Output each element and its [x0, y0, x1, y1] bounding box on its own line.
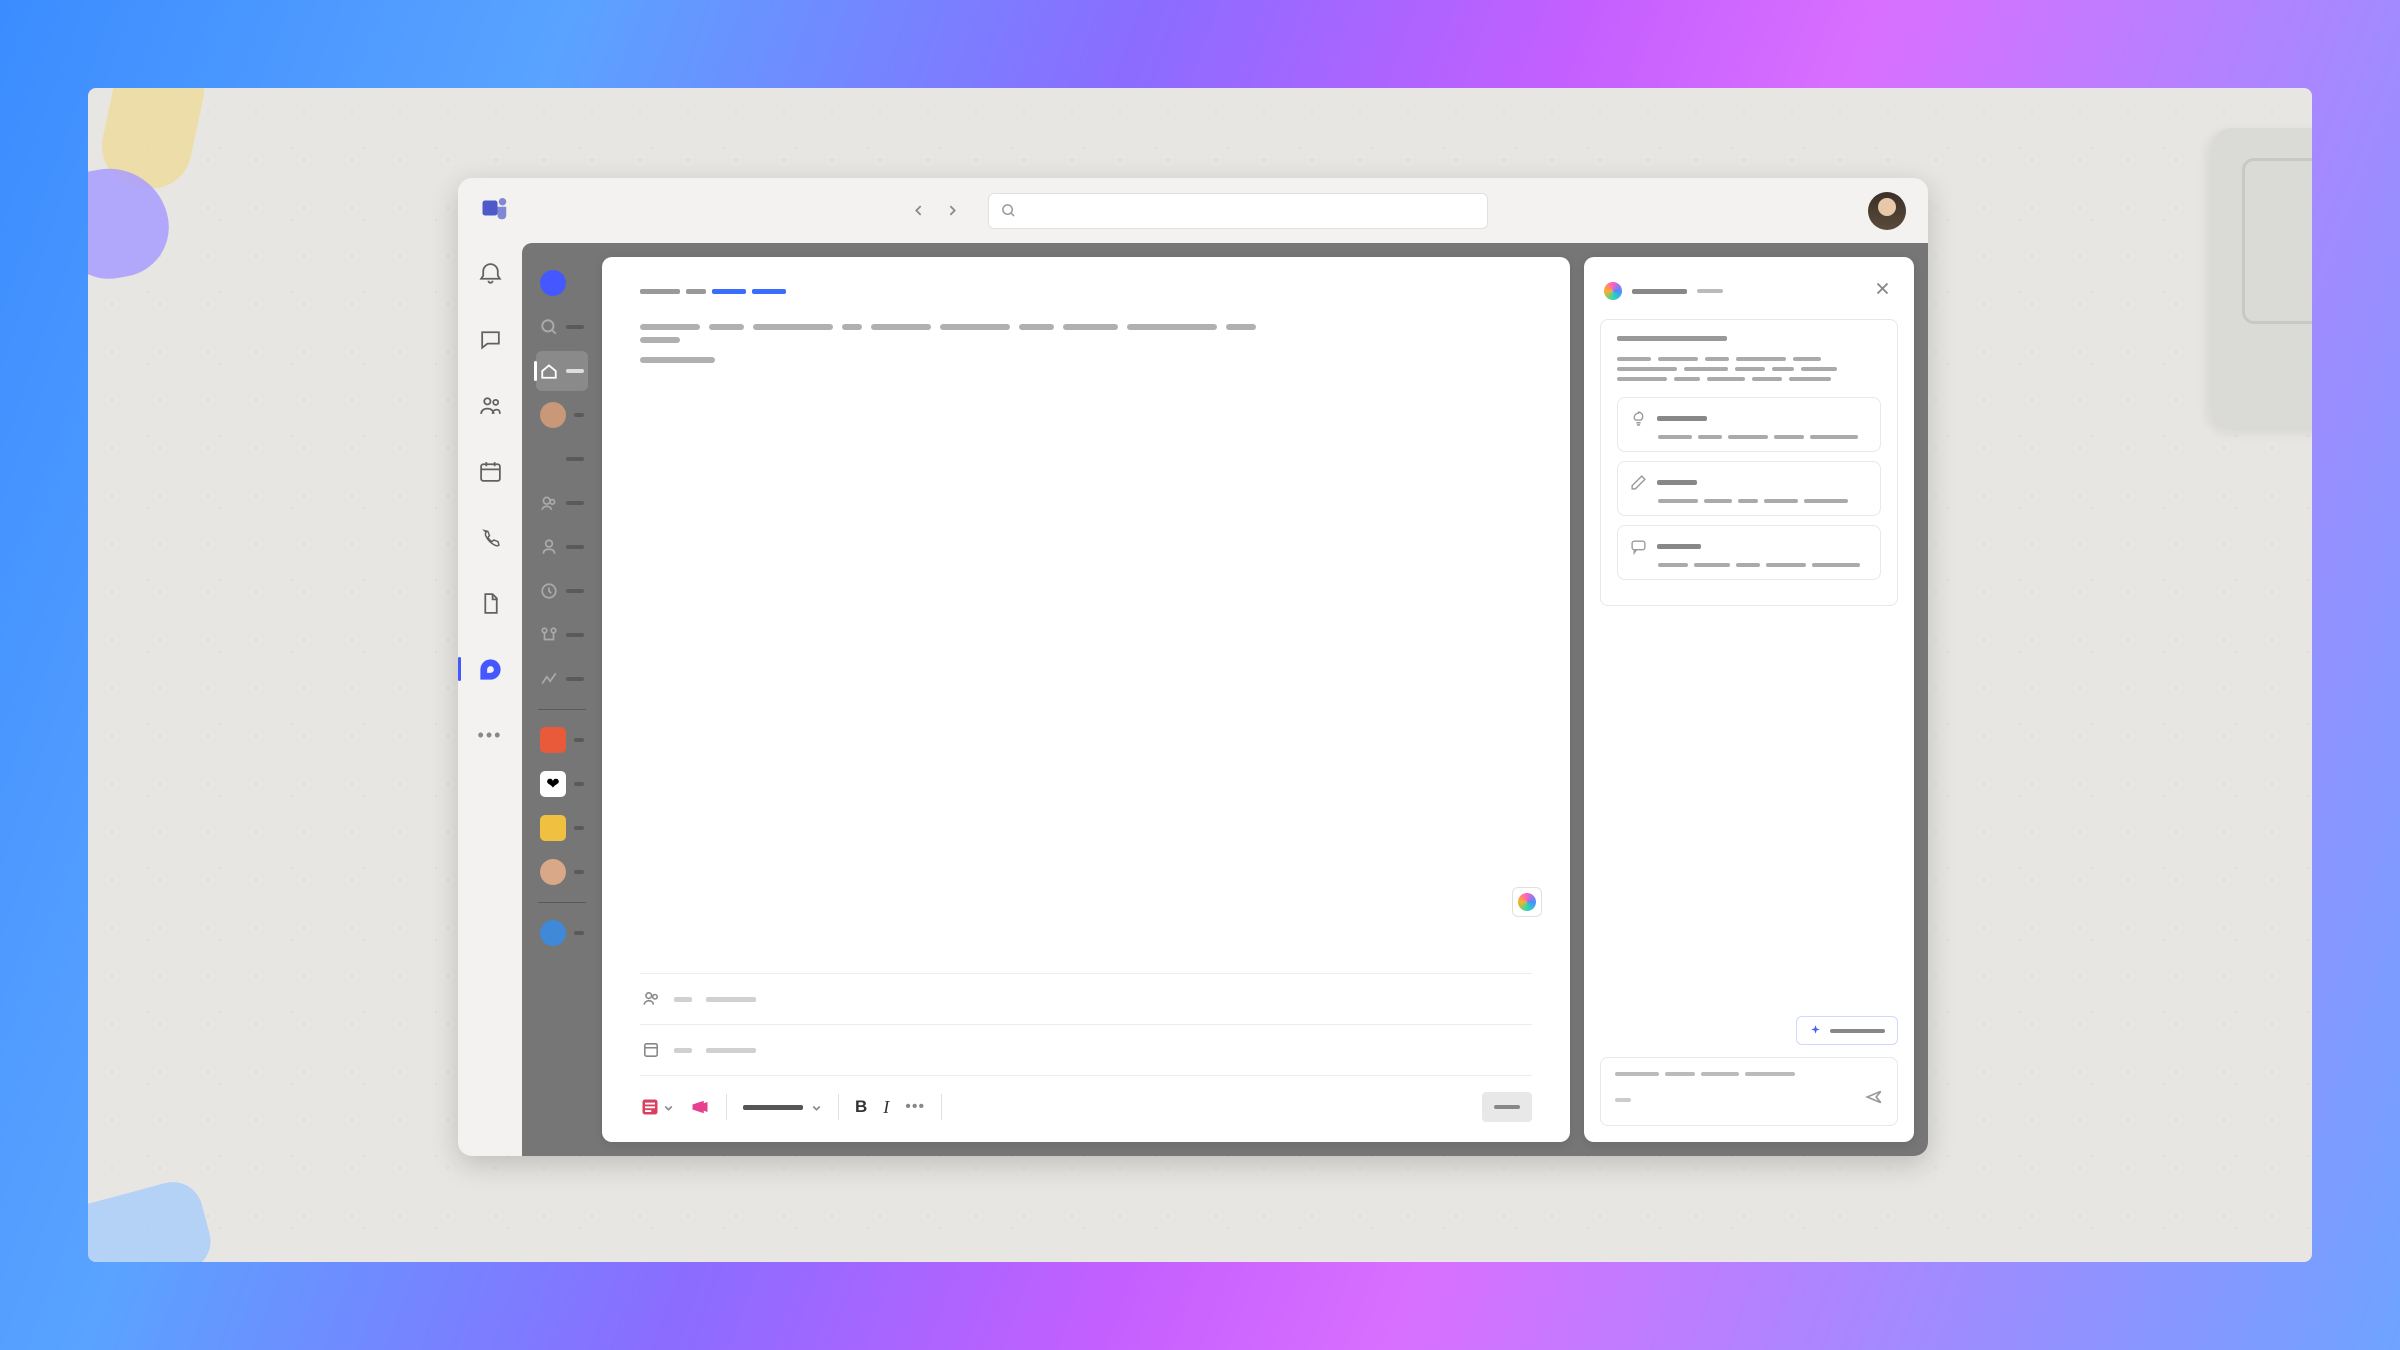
template-icon: [642, 1041, 660, 1059]
app-search[interactable]: [536, 307, 588, 347]
copilot-description: [1617, 357, 1881, 381]
document-body[interactable]: [640, 324, 1280, 363]
app-pinned[interactable]: [536, 913, 588, 953]
desktop-background: ••• ❤: [88, 88, 2312, 1262]
sparkle-icon: [1809, 1024, 1822, 1037]
copilot-suggestion[interactable]: [1617, 397, 1881, 452]
copilot-greeting: [1617, 336, 1727, 341]
copilot-fab[interactable]: [1512, 887, 1542, 917]
document-panel: B I •••: [602, 257, 1570, 1142]
breadcrumb-seg[interactable]: [640, 289, 680, 294]
copilot-send-button[interactable]: [1865, 1088, 1883, 1111]
tb-component-button[interactable]: [640, 1097, 674, 1117]
nav-forward-button[interactable]: [938, 197, 966, 225]
meta-template-row[interactable]: [640, 1024, 1532, 1075]
decor-blob: [88, 1175, 217, 1262]
copilot-close-button[interactable]: [1871, 277, 1894, 305]
app-loop-header[interactable]: [536, 263, 588, 303]
app-item[interactable]: [536, 527, 588, 567]
nav-calendar[interactable]: [468, 449, 512, 493]
tb-more-button[interactable]: •••: [905, 1098, 925, 1116]
nav-files[interactable]: [468, 581, 512, 625]
app-item[interactable]: [536, 439, 588, 479]
chat-icon: [1630, 538, 1647, 555]
copilot-prompt-chip[interactable]: [1796, 1016, 1898, 1045]
breadcrumb-link[interactable]: [752, 289, 786, 294]
breadcrumb: [640, 289, 1532, 294]
meta-people-row[interactable]: [640, 973, 1532, 1024]
nav-back-button[interactable]: [904, 197, 932, 225]
decor-card: [2212, 128, 2312, 428]
app-item[interactable]: [536, 395, 588, 435]
breadcrumb-link[interactable]: [712, 289, 746, 294]
app-home[interactable]: [536, 351, 588, 391]
tb-announce-button[interactable]: [690, 1097, 710, 1117]
app-pinned[interactable]: ❤: [536, 764, 588, 804]
copilot-subtitle: [1697, 289, 1723, 293]
nav-chat[interactable]: [468, 317, 512, 361]
app-rail: •••: [458, 243, 522, 1156]
ellipsis-icon: •••: [478, 725, 503, 746]
user-avatar[interactable]: [1868, 192, 1906, 230]
teams-window: ••• ❤: [458, 178, 1928, 1156]
workspace: ❤: [522, 243, 1928, 1156]
breadcrumb-seg[interactable]: [686, 289, 706, 294]
app-pinned[interactable]: [536, 852, 588, 892]
tb-bold-button[interactable]: B: [855, 1097, 867, 1117]
apps-column: ❤: [536, 257, 588, 1142]
copilot-suggestion[interactable]: [1617, 461, 1881, 516]
nav-activity[interactable]: [468, 251, 512, 295]
copilot-input[interactable]: [1600, 1057, 1898, 1126]
nav-loop[interactable]: [468, 647, 512, 691]
app-item[interactable]: [536, 615, 588, 655]
lightbulb-icon: [1630, 410, 1647, 427]
app-pinned[interactable]: [536, 808, 588, 848]
search-input[interactable]: [988, 193, 1488, 229]
app-pinned[interactable]: [536, 720, 588, 760]
nav-more[interactable]: •••: [468, 713, 512, 757]
pencil-icon: [1630, 474, 1647, 491]
copilot-icon: [1604, 282, 1622, 300]
app-item[interactable]: [536, 483, 588, 523]
copilot-suggestion[interactable]: [1617, 525, 1881, 580]
app-item[interactable]: [536, 659, 588, 699]
tb-style-dropdown[interactable]: [743, 1102, 822, 1113]
nav-calls[interactable]: [468, 515, 512, 559]
titlebar: [458, 178, 1928, 243]
editor-toolbar: B I •••: [640, 1075, 1532, 1122]
people-icon: [642, 990, 660, 1008]
copilot-header: [1600, 273, 1898, 319]
app-item[interactable]: [536, 571, 588, 611]
copilot-welcome-card: [1600, 319, 1898, 606]
tb-action-button[interactable]: [1482, 1092, 1532, 1122]
nav-teams[interactable]: [468, 383, 512, 427]
search-icon: [1001, 203, 1016, 218]
copilot-icon: [1518, 893, 1536, 911]
teams-logo-icon: [480, 193, 510, 228]
copilot-panel: [1584, 257, 1914, 1142]
copilot-title: [1632, 289, 1687, 294]
tb-italic-button[interactable]: I: [883, 1097, 889, 1118]
